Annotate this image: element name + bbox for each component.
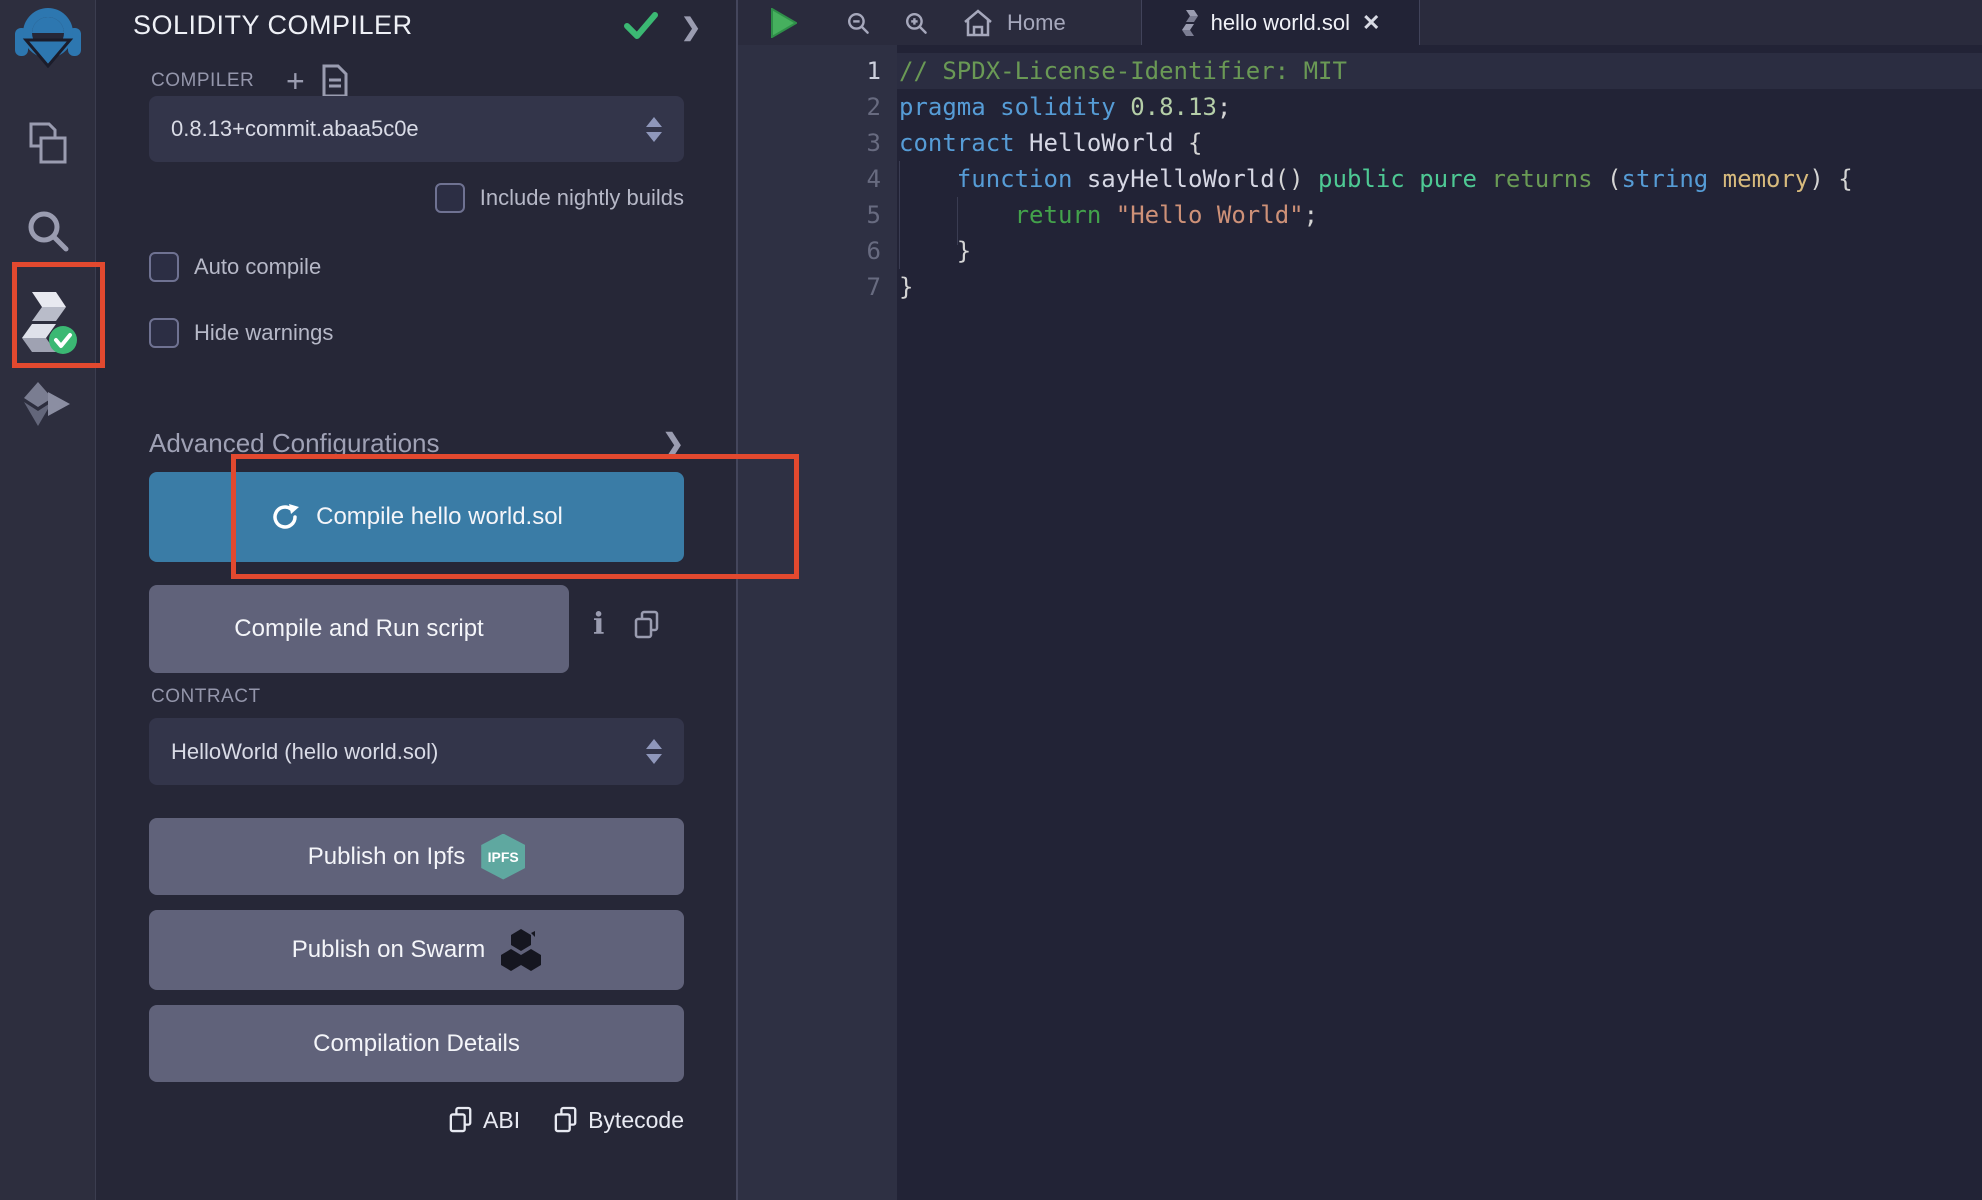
advanced-configurations-toggle[interactable]: Advanced Configurations ❯ bbox=[149, 428, 684, 459]
compilation-details-button[interactable]: Compilation Details bbox=[149, 1005, 684, 1082]
line-number: 4 bbox=[738, 161, 881, 197]
copy-icon bbox=[554, 1106, 578, 1134]
line-number: 1 bbox=[738, 53, 881, 89]
auto-compile-label: Auto compile bbox=[194, 254, 321, 280]
compile-success-check-icon bbox=[624, 12, 658, 40]
refresh-icon bbox=[270, 502, 300, 532]
code-line: contract HelloWorld { bbox=[899, 125, 1853, 161]
editor-tabbar: Home hello world.sol ✕ bbox=[738, 0, 1982, 45]
code-editor: Home hello world.sol ✕ 1234567 // SPDX-L… bbox=[738, 0, 1982, 1200]
zoom-out-icon[interactable] bbox=[840, 0, 876, 45]
tab-home[interactable]: Home bbox=[963, 0, 1066, 45]
home-icon bbox=[963, 9, 993, 37]
play-icon[interactable] bbox=[764, 0, 804, 45]
copy-bytecode-button[interactable]: Bytecode bbox=[554, 1106, 684, 1134]
bytecode-label: Bytecode bbox=[588, 1107, 684, 1134]
code-line: // SPDX-License-Identifier: MIT bbox=[899, 53, 1853, 89]
close-tab-icon[interactable]: ✕ bbox=[1362, 12, 1380, 34]
tab-home-label: Home bbox=[1007, 10, 1066, 36]
hide-warnings-checkbox[interactable] bbox=[149, 318, 179, 348]
compilation-details-label: Compilation Details bbox=[313, 1030, 520, 1058]
line-number: 7 bbox=[738, 269, 881, 305]
code-line: return "Hello World"; bbox=[899, 197, 1853, 233]
compiler-version-select[interactable]: 0.8.13+commit.abaa5c0e bbox=[149, 96, 684, 162]
activity-bar bbox=[0, 0, 96, 1200]
gutter-numbers: 1234567 bbox=[738, 53, 881, 305]
zoom-in-icon[interactable] bbox=[898, 0, 934, 45]
advanced-configurations-label: Advanced Configurations bbox=[149, 428, 440, 459]
search-icon[interactable] bbox=[0, 206, 95, 256]
publish-ipfs-label: Publish on Ipfs bbox=[308, 843, 465, 871]
copy-icon bbox=[449, 1106, 473, 1134]
remix-ide-screen: SOLIDITY COMPILER ❯ COMPILER + 0.8.13+co… bbox=[0, 0, 1982, 1200]
code-line: } bbox=[899, 269, 1853, 305]
contract-section-label: CONTRACT bbox=[151, 686, 261, 708]
line-number: 5 bbox=[738, 197, 881, 233]
compile-and-run-label: Compile and Run script bbox=[234, 615, 483, 643]
publish-ipfs-button[interactable]: Publish on Ipfs IPFS bbox=[149, 818, 684, 895]
solidity-compiler-icon[interactable] bbox=[0, 288, 95, 358]
hide-warnings-label: Hide warnings bbox=[194, 320, 333, 346]
include-nightly-checkbox[interactable] bbox=[435, 183, 465, 213]
compiled-check-badge bbox=[49, 326, 77, 354]
abi-label: ABI bbox=[483, 1107, 520, 1134]
select-arrows-icon bbox=[646, 739, 662, 764]
page-title: SOLIDITY COMPILER bbox=[133, 10, 413, 41]
open-file-icon[interactable] bbox=[321, 64, 349, 98]
code-lines[interactable]: // SPDX-License-Identifier: MITpragma so… bbox=[899, 53, 1853, 305]
info-icon[interactable]: i bbox=[593, 607, 604, 642]
file-explorer-icon[interactable] bbox=[0, 120, 95, 170]
remix-logo bbox=[0, 6, 95, 68]
compile-and-run-button[interactable]: Compile and Run script bbox=[149, 585, 569, 673]
line-number: 6 bbox=[738, 233, 881, 269]
tab-hello-world-label: hello world.sol bbox=[1211, 10, 1350, 36]
include-nightly-label: Include nightly builds bbox=[480, 185, 684, 211]
ipfs-icon: IPFS bbox=[481, 834, 525, 880]
solidity-compiler-panel: SOLIDITY COMPILER ❯ COMPILER + 0.8.13+co… bbox=[96, 0, 738, 1200]
contract-select[interactable]: HelloWorld (hello world.sol) bbox=[149, 718, 684, 785]
publish-swarm-button[interactable]: Publish on Swarm bbox=[149, 910, 684, 990]
indent-guide bbox=[957, 197, 958, 245]
copy-abi-button[interactable]: ABI bbox=[449, 1106, 520, 1134]
compile-button[interactable]: Compile hello world.sol bbox=[149, 472, 684, 562]
deploy-run-icon[interactable] bbox=[0, 382, 95, 426]
compile-button-label: Compile hello world.sol bbox=[316, 503, 563, 531]
contract-select-value: HelloWorld (hello world.sol) bbox=[171, 739, 438, 765]
tab-hello-world[interactable]: hello world.sol ✕ bbox=[1141, 0, 1420, 45]
indent-guide bbox=[899, 161, 900, 269]
swarm-icon bbox=[501, 929, 541, 971]
auto-compile-checkbox[interactable] bbox=[149, 252, 179, 282]
compiler-version-value: 0.8.13+commit.abaa5c0e bbox=[171, 116, 419, 142]
solidity-file-icon bbox=[1181, 10, 1199, 36]
line-number: 3 bbox=[738, 125, 881, 161]
select-arrows-icon bbox=[646, 117, 662, 142]
code-line: function sayHelloWorld() public pure ret… bbox=[899, 161, 1853, 197]
add-compiler-icon[interactable]: + bbox=[286, 66, 305, 96]
line-number: 2 bbox=[738, 89, 881, 125]
compiler-section-label: COMPILER bbox=[151, 70, 254, 92]
code-line: pragma solidity 0.8.13; bbox=[899, 89, 1853, 125]
code-line: } bbox=[899, 233, 1853, 269]
publish-swarm-label: Publish on Swarm bbox=[292, 936, 485, 964]
panel-chevron-right-icon[interactable]: ❯ bbox=[681, 13, 701, 42]
chevron-right-icon: ❯ bbox=[662, 428, 684, 459]
copy-icon[interactable] bbox=[634, 610, 660, 640]
